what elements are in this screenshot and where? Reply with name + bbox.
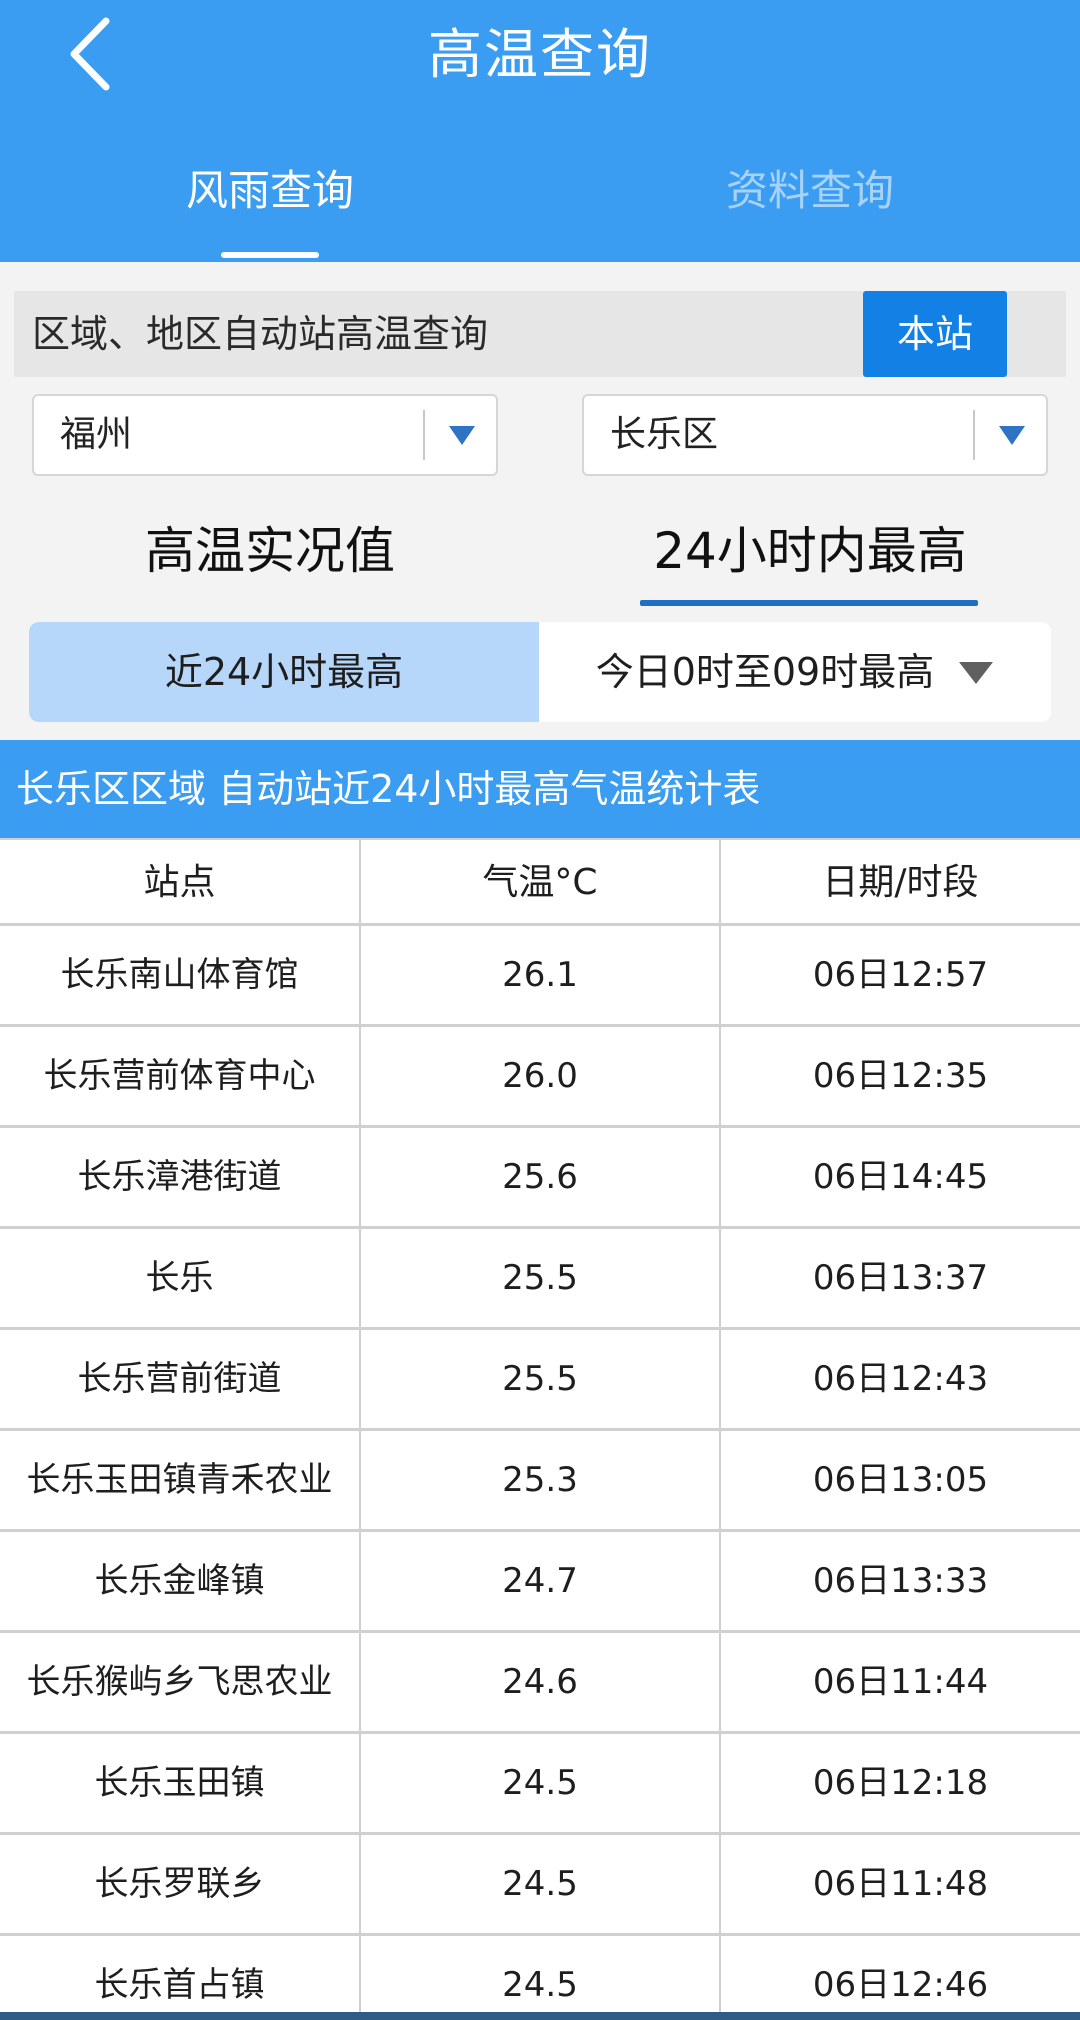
header: 高温查询 风雨查询 资料查询 bbox=[0, 0, 1080, 262]
bottom-edge-bar bbox=[0, 2012, 1080, 2020]
table-cell-temperature: 24.5 bbox=[361, 1734, 721, 1832]
table-cell-datetime: 06日13:05 bbox=[812, 1460, 989, 1500]
top-tabs: 风雨查询 资料查询 bbox=[0, 160, 1080, 262]
table-row[interactable]: 长乐罗联乡 24.5 06日11:48 bbox=[0, 1835, 1080, 1936]
district-select[interactable]: 长乐区 bbox=[582, 394, 1048, 476]
district-select-value: 长乐区 bbox=[610, 414, 719, 455]
column-header-temperature: 气温°C bbox=[361, 840, 721, 923]
table-cell-datetime: 06日14:45 bbox=[812, 1157, 989, 1197]
table-cell-datetime: 06日12:18 bbox=[812, 1763, 989, 1803]
table-cell-datetime: 06日11:44 bbox=[812, 1662, 989, 1702]
table-row[interactable]: 长乐南山体育馆 26.1 06日12:57 bbox=[0, 926, 1080, 1027]
table-cell-station: 长乐营前街道 bbox=[0, 1330, 361, 1428]
app: 高温查询 风雨查询 资料查询 区域、地区自动站高温查询 本站 福州 长乐区 高温… bbox=[0, 0, 1080, 2020]
table-row[interactable]: 长乐金峰镇 24.7 06日13:33 bbox=[0, 1532, 1080, 1633]
table-cell-temperature: 25.5 bbox=[361, 1330, 721, 1428]
tab-wind-rain-query[interactable]: 风雨查询 bbox=[0, 160, 540, 262]
table-header-row: 站点 气温°C 日期/时段 bbox=[0, 840, 1080, 926]
column-header-station: 站点 bbox=[0, 840, 361, 923]
table-cell-datetime: 06日13:33 bbox=[812, 1561, 989, 1601]
select-divider bbox=[973, 410, 975, 460]
table-row[interactable]: 长乐猴屿乡飞思农业 24.6 06日11:44 bbox=[0, 1633, 1080, 1734]
table-cell-temperature: 24.5 bbox=[361, 1936, 721, 2020]
table-cell-datetime: 06日13:37 bbox=[812, 1258, 989, 1298]
tab-data-query[interactable]: 资料查询 bbox=[540, 160, 1080, 262]
table-cell-station: 长乐漳港街道 bbox=[0, 1128, 361, 1226]
table-cell-temperature: 25.5 bbox=[361, 1229, 721, 1327]
table-cell-station: 长乐金峰镇 bbox=[0, 1532, 361, 1630]
metric-tab-24h-max[interactable]: 24小时内最高 bbox=[540, 514, 1080, 588]
table-cell-datetime: 06日12:35 bbox=[812, 1056, 989, 1096]
table-cell-datetime: 06日12:46 bbox=[812, 1965, 989, 2005]
table-title: 长乐区区域 自动站近24小时最高气温统计表 bbox=[0, 740, 1080, 838]
table-cell-datetime: 06日11:48 bbox=[812, 1864, 989, 1904]
table-cell-station: 长乐玉田镇青禾农业 bbox=[0, 1431, 361, 1529]
metric-tab-current-high-temp[interactable]: 高温实况值 bbox=[0, 514, 540, 588]
time-range-segment: 近24小时最高 今日0时至09时最高 bbox=[29, 622, 1051, 722]
city-select[interactable]: 福州 bbox=[32, 394, 498, 476]
table-row[interactable]: 长乐漳港街道 25.6 06日14:45 bbox=[0, 1128, 1080, 1229]
max-temperature-table: 站点 气温°C 日期/时段 长乐南山体育馆 26.1 06日12:57 长乐营前体育中… bbox=[0, 838, 1080, 2020]
metric-active-indicator bbox=[640, 600, 978, 606]
table-cell-station: 长乐猴屿乡飞思农业 bbox=[0, 1633, 361, 1731]
table-cell-temperature: 26.0 bbox=[361, 1027, 721, 1125]
query-bar: 区域、地区自动站高温查询 本站 bbox=[14, 291, 1066, 377]
segment-last-24h-label: 近24小时最高 bbox=[164, 650, 404, 694]
triangle-down-icon bbox=[959, 661, 994, 684]
triangle-down-icon bbox=[449, 426, 475, 445]
table-cell-temperature: 24.7 bbox=[361, 1532, 721, 1630]
table-row[interactable]: 长乐玉田镇青禾农业 25.3 06日13:05 bbox=[0, 1431, 1080, 1532]
column-header-datetime: 日期/时段 bbox=[822, 862, 979, 903]
table-cell-station: 长乐玉田镇 bbox=[0, 1734, 361, 1832]
table-row[interactable]: 长乐首占镇 24.5 06日12:46 bbox=[0, 1936, 1080, 2020]
table-cell-station: 长乐 bbox=[0, 1229, 361, 1327]
table-row[interactable]: 长乐玉田镇 24.5 06日12:18 bbox=[0, 1734, 1080, 1835]
table-cell-temperature: 24.5 bbox=[361, 1835, 721, 1933]
table-row[interactable]: 长乐营前体育中心 26.0 06日12:35 bbox=[0, 1027, 1080, 1128]
active-tab-indicator bbox=[221, 252, 319, 258]
table-row[interactable]: 长乐 25.5 06日13:37 bbox=[0, 1229, 1080, 1330]
table-cell-station: 长乐首占镇 bbox=[0, 1936, 361, 2020]
table-cell-datetime: 06日12:43 bbox=[812, 1359, 989, 1399]
table-cell-temperature: 25.3 bbox=[361, 1431, 721, 1529]
table-cell-temperature: 24.6 bbox=[361, 1633, 721, 1731]
table-cell-station: 长乐罗联乡 bbox=[0, 1835, 361, 1933]
local-station-button[interactable]: 本站 bbox=[863, 291, 1007, 377]
table-cell-station: 长乐南山体育馆 bbox=[0, 926, 361, 1024]
select-divider bbox=[423, 410, 425, 460]
table-cell-station: 长乐营前体育中心 bbox=[0, 1027, 361, 1125]
page-title: 高温查询 bbox=[428, 23, 652, 86]
query-label: 区域、地区自动站高温查询 bbox=[32, 312, 489, 356]
table-cell-temperature: 25.6 bbox=[361, 1128, 721, 1226]
segment-today-label: 今日0时至09时最高 bbox=[595, 650, 935, 694]
table-cell-datetime: 06日12:57 bbox=[812, 955, 989, 995]
segment-today-max[interactable]: 今日0时至09时最高 bbox=[539, 622, 1051, 722]
table-cell-temperature: 26.1 bbox=[361, 926, 721, 1024]
city-select-value: 福州 bbox=[60, 414, 133, 455]
triangle-down-icon bbox=[999, 426, 1025, 445]
table-row[interactable]: 长乐营前街道 25.5 06日12:43 bbox=[0, 1330, 1080, 1431]
segment-last-24h-max[interactable]: 近24小时最高 bbox=[29, 622, 539, 722]
